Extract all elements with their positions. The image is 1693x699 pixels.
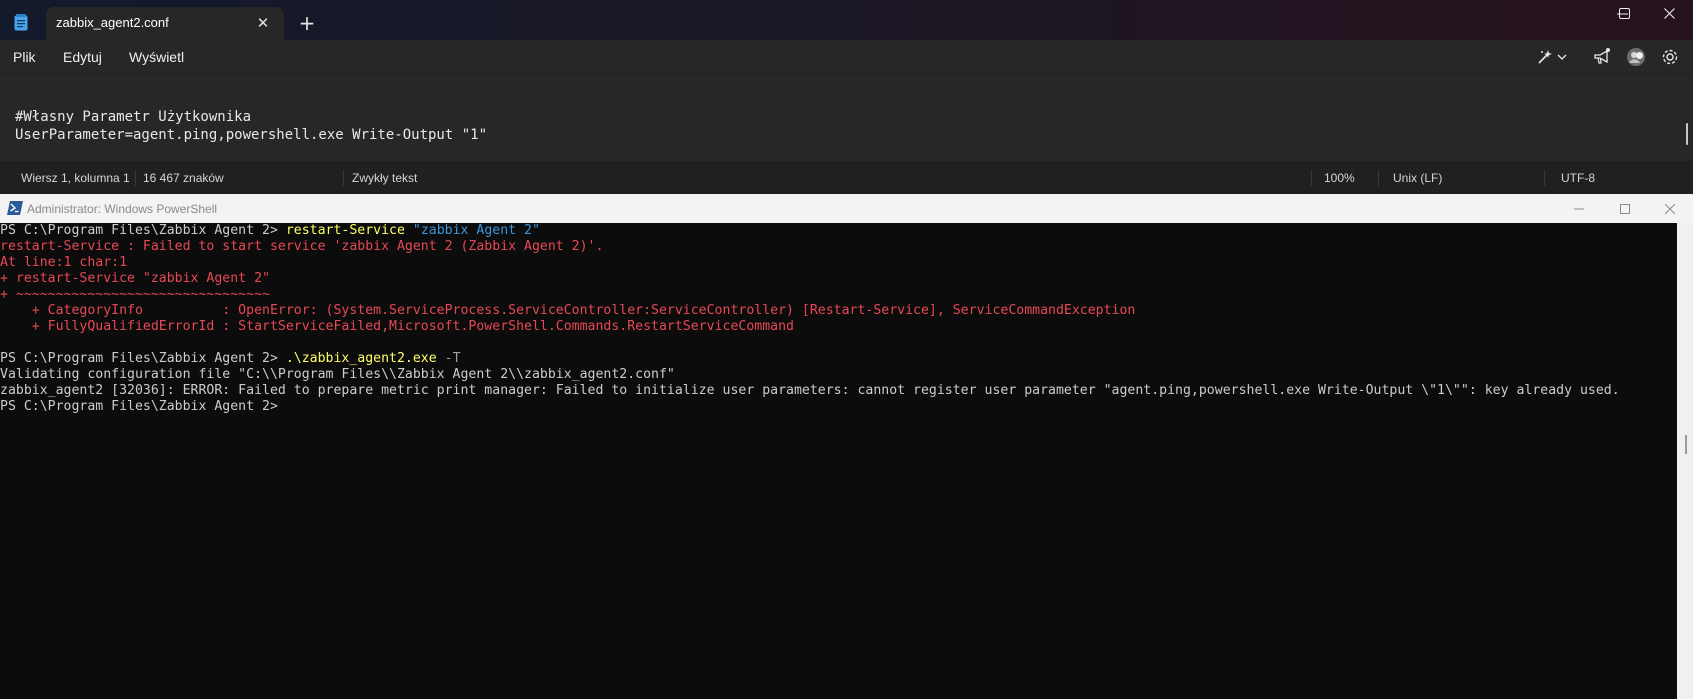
close-button[interactable] (1646, 0, 1692, 26)
status-bar: Wiersz 1, kolumna 1 16 467 znaków Zwykły… (0, 161, 1693, 194)
gear-icon[interactable] (1660, 47, 1680, 67)
console-text: PS C:\Program Files\Zabbix Agent 2> (0, 399, 278, 414)
console-text: + FullyQualifiedErrorId : StartServiceFa… (0, 319, 794, 334)
powershell-icon (7, 201, 23, 215)
menu-edytuj[interactable]: Edytuj (63, 49, 102, 65)
console-line: + ~~~~~~~~~~~~~~~~~~~~~~~~~~~~~~~~ (0, 287, 1677, 303)
status-divider (1544, 170, 1545, 186)
console-text: restart-Service (285, 223, 413, 238)
console-line: PS C:\Program Files\Zabbix Agent 2> rest… (0, 223, 1677, 239)
editor-line-2: UserParameter=agent.ping,powershell.exe … (15, 127, 488, 143)
chevron-down-icon[interactable] (1556, 47, 1568, 67)
megaphone-icon[interactable] (1592, 47, 1612, 67)
console-text: PS C:\Program Files\Zabbix Agent 2> (0, 351, 286, 366)
console-text: Validating configuration file "C:\\Progr… (0, 367, 675, 382)
status-line-ending[interactable]: Unix (LF) (1393, 171, 1442, 185)
status-divider (1311, 170, 1312, 186)
console-line: + CategoryInfo : OpenError: (System.Serv… (0, 303, 1677, 319)
console-line: zabbix_agent2 [32036]: ERROR: Failed to … (0, 383, 1677, 399)
close-icon[interactable]: ✕ (254, 14, 272, 32)
minimize-button[interactable] (1557, 194, 1601, 223)
console-line: + restart-Service "zabbix Agent 2" (0, 271, 1677, 287)
editor-scrollbar[interactable] (1686, 123, 1688, 145)
status-zoom[interactable]: 100% (1324, 171, 1355, 185)
close-button[interactable] (1648, 194, 1692, 223)
console-line: Validating configuration file "C:\\Progr… (0, 367, 1677, 383)
status-divider (343, 170, 344, 186)
console-scrollbar[interactable] (1677, 223, 1693, 699)
copilot-icon[interactable] (1536, 47, 1556, 67)
console-text: + restart-Service "zabbix Agent 2" (0, 271, 270, 286)
maximize-icon (1618, 7, 1630, 19)
status-divider (135, 170, 136, 186)
console-text: At line:1 char:1 (0, 255, 128, 270)
close-icon (1665, 203, 1675, 214)
console-scrollbar-thumb[interactable] (1685, 435, 1687, 454)
console-line: PS C:\Program Files\Zabbix Agent 2> .\za… (0, 351, 1677, 367)
plus-icon[interactable]: + (296, 12, 318, 34)
minimize-icon (1574, 208, 1584, 209)
console-line: At line:1 char:1 (0, 255, 1677, 271)
console-text: + ~~~~~~~~~~~~~~~~~~~~~~~~~~~~~~~~ (0, 287, 270, 302)
console-line: restart-Service : Failed to start servic… (0, 239, 1677, 255)
avatar-icon[interactable] (1626, 47, 1646, 67)
notepad-titlebar: zabbix_agent2.conf ✕ + (0, 0, 1693, 40)
menu-plik[interactable]: Plik (13, 49, 36, 65)
close-icon (1663, 7, 1675, 19)
status-char-count: 16 467 znaków (143, 171, 224, 185)
console-text: + CategoryInfo : OpenError: (System.Serv… (0, 303, 1136, 318)
maximize-button[interactable] (1603, 194, 1647, 223)
notepad-window: zabbix_agent2.conf ✕ + Plik Edytuj Wyświ… (0, 0, 1693, 194)
status-format: Zwykły tekst (352, 171, 418, 185)
notepad-icon (14, 14, 28, 31)
console-text: zabbix_agent2 [32036]: ERROR: Failed to … (0, 383, 1620, 398)
console-text: restart-Service : Failed to start servic… (0, 239, 604, 254)
tab-zabbix-agent2-conf[interactable]: zabbix_agent2.conf ✕ (46, 7, 284, 40)
maximize-button[interactable] (1601, 0, 1647, 26)
console-text: PS C:\Program Files\Zabbix Agent 2> (0, 223, 286, 238)
text-editor[interactable]: #Własny Parametr Użytkownika UserParamet… (0, 73, 1693, 162)
status-divider (1378, 170, 1379, 186)
console-text: "zabbix Agent 2" (412, 223, 540, 238)
menu-bar: Plik Edytuj Wyświetl (0, 40, 1693, 73)
editor-line-1: #Własny Parametr Użytkownika (15, 109, 252, 125)
console-text: -T (444, 351, 461, 366)
console-output[interactable]: PS C:\Program Files\Zabbix Agent 2> rest… (0, 223, 1677, 699)
status-encoding[interactable]: UTF-8 (1561, 171, 1595, 185)
menu-wyswietl[interactable]: Wyświetl (129, 49, 184, 65)
tab-title: zabbix_agent2.conf (56, 15, 169, 30)
console-line: PS C:\Program Files\Zabbix Agent 2> (0, 399, 1677, 415)
powershell-titlebar: Administrator: Windows PowerShell (0, 194, 1693, 223)
console-text: .\zabbix_agent2.exe (285, 351, 445, 366)
console-line: + FullyQualifiedErrorId : StartServiceFa… (0, 319, 1677, 335)
powershell-window: Administrator: Windows PowerShell PS C:\… (0, 194, 1693, 699)
powershell-title: Administrator: Windows PowerShell (27, 202, 218, 216)
maximize-icon (1620, 203, 1630, 214)
status-position: Wiersz 1, kolumna 1 (21, 171, 130, 185)
